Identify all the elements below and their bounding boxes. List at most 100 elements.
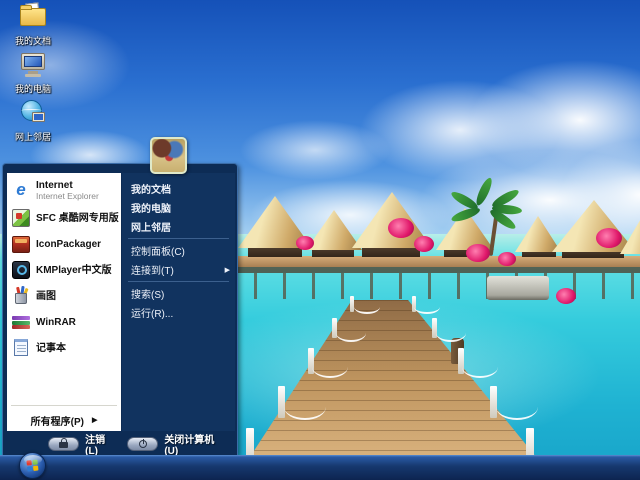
menu-item-label: WinRAR [36,316,76,328]
power-bar [142,438,145,444]
notepad-icon [11,338,31,358]
railing-rope [284,394,326,420]
iconpackager-box-icon [11,234,31,254]
turn-off-computer-button[interactable] [127,436,159,451]
flower-cluster [596,228,622,248]
menu-item-my-documents[interactable]: 我的文档 [122,179,235,198]
menu-item-internet[interactable]: e Internet Internet Explorer [7,175,121,205]
desktop-icon-label: 我的电脑 [14,84,51,94]
notepad-glyph [14,339,28,356]
ie-e-glyph: e [16,180,26,199]
taskbar: e » 恭喜您！桌酷主题... ◀ 18:30 星期六 [0,452,640,480]
menu-item-label: 我的文档 [131,185,171,196]
desktop-icon-label: 我的文档 [14,36,51,46]
railing-rope [414,300,440,314]
lock-icon [59,438,69,448]
gray-pontoon-dock [487,276,549,300]
menu-item-sfc-zhuoku[interactable]: SFC 桌酷网专用版 [7,205,121,231]
paint-cup [15,293,27,304]
flower-cluster [556,288,576,304]
all-programs-label: 所有程序(P) [30,416,84,428]
menu-separator [128,281,229,282]
railing-rope [336,324,366,342]
menu-item-label: 运行(R)... [131,309,174,320]
submenu-arrow-icon: ▶ [224,267,230,274]
monitor-base [25,74,41,77]
menu-separator [128,238,229,239]
all-programs-button[interactable]: 所有程序(P) ▶ [7,409,121,431]
railing-rope [312,356,348,378]
flower-cluster [466,244,490,262]
menu-item-iconpackager[interactable]: IconPackager [7,231,121,257]
log-off-button[interactable] [48,436,80,451]
lock-shackle [60,438,67,443]
railing-rope [462,356,498,378]
monitor-screen [24,56,42,67]
menu-item-kmplayer[interactable]: KMPlayer中文版 [7,257,121,283]
start-menu: e Internet Internet Explorer SFC 桌酷网专用版 … [2,163,238,457]
sfc-zhuoku-app-icon [11,208,31,228]
desktop-icon-network-places[interactable]: 网上邻居 [4,98,62,143]
menu-item-label: 我的电脑 [131,204,171,215]
kmplayer-icon [11,260,31,280]
menu-item-notepad[interactable]: 记事本 [7,335,121,361]
power-icon [138,438,147,448]
menu-item-my-computer[interactable]: 我的电脑 [122,198,235,217]
menu-item-label: 网上邻居 [131,223,171,234]
folder-tab [20,5,32,10]
start-button[interactable] [19,452,46,479]
menu-item-label: Internet [36,179,73,191]
menu-item-label: KMPlayer中文版 [36,264,112,276]
railing-post [490,386,497,418]
menu-item-winrar[interactable]: WinRAR [7,309,121,335]
mini-screen-display [34,114,43,120]
log-off-label[interactable]: 注销(L) [85,431,117,457]
kmp-glyph [12,261,30,279]
my-documents-folder-icon [17,2,49,32]
flower-cluster [296,236,314,250]
orb-gloss [24,455,42,464]
menu-separator [11,405,117,406]
flower-cluster [414,236,434,252]
menu-item-label: 搜索(S) [131,290,165,301]
paint-cup-icon [11,285,31,306]
flower-cluster [498,252,516,266]
menu-item-label: 画图 [36,290,56,302]
menu-item-sublabel: Internet Explorer [36,190,99,201]
menu-item-label: IconPackager [36,238,102,250]
start-menu-columns: e Internet Internet Explorer SFC 桌酷网专用版 … [7,173,235,431]
all-programs-arrow-icon: ▶ [91,417,98,424]
desktop-icon-my-documents[interactable]: 我的文档 [4,2,62,47]
railing-post [278,386,285,418]
menu-item-label: SFC 桌酷网专用版 [36,212,119,224]
flower-cluster [388,218,414,238]
network-places-globe-icon [17,98,49,128]
menu-item-label: 控制面板(C) [131,247,185,258]
menu-item-label: 连接到(T) [131,266,174,277]
desktop-icon-my-computer[interactable]: 我的电脑 [4,50,62,95]
turn-off-computer-label[interactable]: 关闭计算机(U) [164,431,227,457]
railing-rope [354,300,380,314]
books-glyph [12,316,30,329]
sfc-glyph [12,209,30,227]
railing-rope [436,324,466,342]
my-computer-icon [17,50,49,80]
start-menu-places-column: 我的文档 我的电脑 网上邻居 控制面板(C) 连接到(T) ▶ 搜索(S) 运行… [122,173,235,431]
start-menu-pinned-column: e Internet Internet Explorer SFC 桌酷网专用版 … [7,173,121,431]
menu-item-search[interactable]: 搜索(S) [122,284,235,303]
desktop-icon-label: 网上邻居 [14,132,51,142]
menu-item-run[interactable]: 运行(R)... [122,303,235,322]
menu-item-label: 记事本 [36,342,66,354]
menu-item-connect-to[interactable]: 连接到(T) ▶ [122,260,235,279]
railing-post [350,296,354,312]
box-glyph [12,236,30,253]
menu-item-network-places[interactable]: 网上邻居 [122,217,235,236]
railing-rope [496,394,538,420]
menu-item-control-panel[interactable]: 控制面板(C) [122,241,235,260]
menu-item-paint[interactable]: 画图 [7,283,121,309]
winrar-books-icon [11,312,31,332]
bungalow-stilts [228,273,640,299]
internet-explorer-icon: e [11,180,31,200]
user-avatar-picture[interactable] [150,137,187,174]
folder-body [20,8,46,26]
